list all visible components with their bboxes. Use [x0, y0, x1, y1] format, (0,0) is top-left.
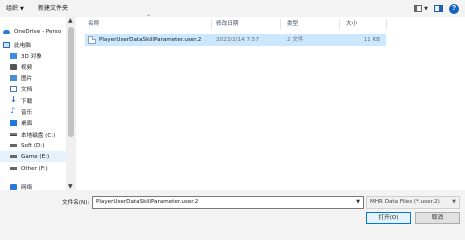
filename-input[interactable]: PlayerUserDataSkillParameter.user.2 ▼: [92, 196, 364, 209]
scroll-down-icon[interactable]: ▼: [68, 183, 73, 190]
nav-scrollbar[interactable]: ▲ ▼: [66, 17, 76, 190]
open-button[interactable]: 打开(O): [366, 212, 411, 224]
nav-item-label: 3D 对象: [21, 53, 42, 60]
video-icon: [10, 63, 17, 70]
nav-item-label: 图片: [21, 75, 33, 82]
drive-icon: [10, 144, 17, 147]
music-icon: [10, 106, 17, 115]
scrollbar-thumb[interactable]: [68, 27, 74, 137]
nav-item-this-pc[interactable]: 此电脑: [0, 39, 68, 50]
organize-label: 组织: [6, 5, 19, 12]
column-header-type[interactable]: 类型: [287, 17, 298, 32]
nav-item-3d-objects[interactable]: 3D 对象: [0, 50, 68, 61]
nav-item-label: 音乐: [21, 109, 33, 116]
grid-view-icon: [414, 5, 423, 12]
nav-item-pictures[interactable]: 图片: [0, 72, 68, 83]
computer-icon: [3, 41, 10, 48]
nav-item-label: 本地磁盘 (C:): [21, 132, 56, 139]
nav-item-drive-e[interactable]: Game (E:): [0, 151, 68, 162]
sort-ascending-icon: ⌃: [146, 14, 152, 21]
file-size: 11 KB: [363, 37, 380, 43]
new-folder-button[interactable]: 新建文件夹: [38, 3, 68, 14]
organize-button[interactable]: 组织 ▼: [6, 3, 24, 14]
nav-item-drive-c[interactable]: 本地磁盘 (C:): [0, 129, 68, 140]
nav-item-music[interactable]: 音乐: [0, 106, 68, 117]
file-list-pane[interactable]: ⌃ 名称 修改日期 类型 大小 PlayerUserDataSkillParam…: [76, 14, 465, 190]
view-options-button[interactable]: ▼: [414, 5, 428, 12]
cloud-icon: [3, 29, 10, 34]
chevron-down-icon: ▼: [452, 199, 456, 205]
column-header-size[interactable]: 大小: [346, 17, 357, 32]
nav-item-label: 网络: [21, 184, 33, 191]
file-row[interactable]: PlayerUserDataSkillParameter.user.2 2023…: [85, 34, 386, 46]
column-divider[interactable]: [386, 19, 387, 30]
cancel-button[interactable]: 取消: [415, 212, 460, 224]
nav-item-label: Soft (D:): [21, 142, 45, 149]
dialog-footer: 文件名(N): PlayerUserDataSkillParameter.use…: [0, 190, 465, 229]
scroll-up-icon[interactable]: ▲: [68, 17, 73, 24]
file-name: PlayerUserDataSkillParameter.user.2: [99, 37, 202, 43]
nav-item-documents[interactable]: 文档: [0, 83, 68, 94]
downloads-icon: [10, 95, 17, 104]
nav-item-label: OneDrive - Perso: [14, 28, 62, 35]
nav-item-videos[interactable]: 视频: [0, 61, 68, 72]
nav-item-label: 视频: [21, 64, 33, 71]
nav-item-label: 下载: [21, 98, 33, 105]
chevron-down-icon: ▼: [424, 5, 428, 12]
filetype-select[interactable]: MHR Data Files (*.user.2) ▼: [366, 196, 460, 209]
nav-item-desktop[interactable]: 桌面: [0, 117, 68, 128]
file-modified: 2023/2/14 7:57: [216, 37, 260, 43]
toolbar-right: ▼ ?: [414, 2, 459, 15]
toolbar: 组织 ▼ 新建文件夹 ▼ ?: [0, 0, 465, 17]
navigation-pane[interactable]: OneDrive - Perso 此电脑 3D 对象 视频 图片 文档 下载 音…: [0, 17, 76, 190]
nav-item-network[interactable]: 网络: [0, 181, 68, 190]
help-icon[interactable]: ?: [449, 3, 459, 14]
column-header-modified[interactable]: 修改日期: [216, 17, 238, 32]
column-divider[interactable]: [339, 19, 340, 30]
nav-item-label: Other (F:): [21, 165, 48, 172]
file-icon: [88, 36, 96, 44]
nav-item-label: Game (E:): [21, 153, 50, 160]
file-type: 2 文件: [287, 37, 304, 43]
nav-item-onedrive[interactable]: OneDrive - Perso: [0, 26, 68, 37]
filetype-value: MHR Data Files (*.user.2): [370, 199, 440, 205]
nav-item-label: 此电脑: [14, 42, 31, 49]
column-divider[interactable]: [211, 19, 212, 30]
desktop-icon: [10, 119, 17, 126]
local-disk-icon: [10, 133, 17, 136]
chevron-down-icon[interactable]: ▼: [356, 197, 360, 208]
nav-item-downloads[interactable]: 下载: [0, 95, 68, 106]
3d-objects-icon: [10, 52, 17, 59]
nav-item-label: 文档: [21, 86, 33, 93]
filename-label: 文件名(N):: [62, 200, 90, 206]
chevron-down-icon: ▼: [20, 6, 24, 12]
preview-pane-icon[interactable]: [434, 5, 443, 12]
documents-icon: [10, 85, 17, 92]
drive-icon: [10, 155, 17, 158]
nav-item-label: 桌面: [21, 120, 33, 127]
drive-icon: [10, 167, 17, 170]
network-icon: [10, 183, 17, 190]
filename-value: PlayerUserDataSkillParameter.user.2: [96, 199, 199, 205]
column-divider[interactable]: [280, 19, 281, 30]
nav-item-drive-f[interactable]: Other (F:): [0, 163, 68, 174]
pictures-icon: [10, 74, 17, 81]
column-header-name[interactable]: 名称: [88, 17, 99, 32]
nav-item-drive-d[interactable]: Soft (D:): [0, 140, 68, 151]
